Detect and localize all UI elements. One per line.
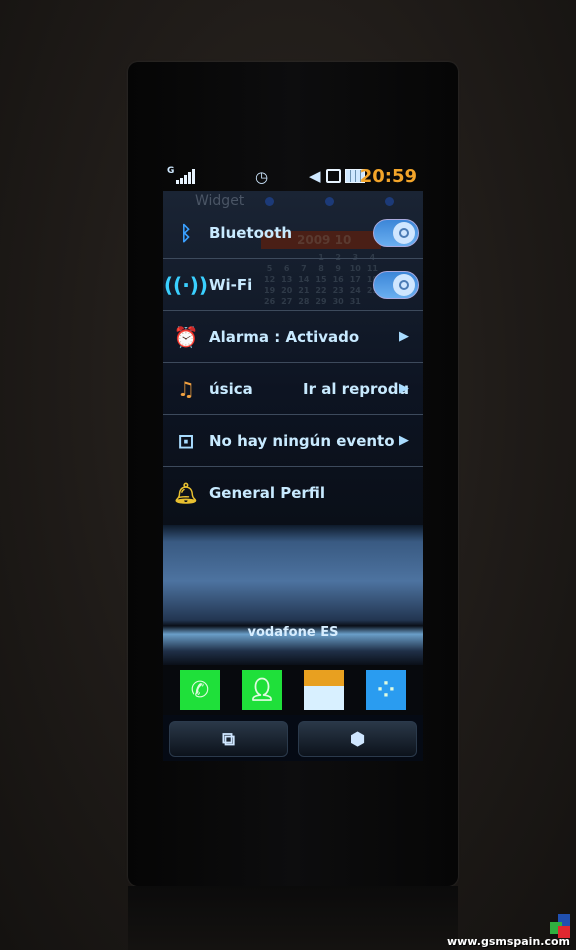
watermark: www.gsmspain.com [446,935,570,948]
chevron-right-icon[interactable]: ▶ [399,381,409,396]
phone-reflection [128,886,458,950]
events-row[interactable]: ⊡ No hay ningún evento ▶ [163,415,423,467]
exclamation-icon: ⊡ [177,428,195,453]
quick-panel: Widget 2009 10 1 2 3 4 5 6 7 8 9 10 11 12 13 14 15 16 17… [163,191,423,525]
wifi-icon: ((·)) [163,272,209,297]
chevron-right-icon[interactable]: ▶ [399,433,409,448]
wifi-label: Wi-Fi [209,275,253,294]
alarm-row[interactable]: ⏰ Alarma : Activado ▶ [163,311,423,363]
cube-button[interactable]: ⬢ [298,721,417,757]
menu-grid-icon[interactable]: ⁘ [366,670,406,710]
bell-icon: 🔔︎ [173,481,199,505]
page-dot [385,197,394,206]
page-dot [325,197,334,206]
signal-icon [176,169,195,184]
screen: Widget 2009 10 1 2 3 4 5 6 7 8 9 10 11 12 13 14 15 16 17… [163,191,423,761]
cube-icon: ⬢ [349,728,366,750]
music-row[interactable]: ♫ úsica Ir al reprodu ▶ [163,363,423,415]
events-label: No hay ningún evento [209,431,395,450]
alarm-clock-icon: ⏰ [173,324,199,349]
wifi-row[interactable]: ((·)) Wi-Fi [163,259,423,311]
status-bar: G ◷ ◀ 20:59 [163,166,423,190]
dock: ✆ 👤︎ ⁘ [163,665,423,715]
phone-icon[interactable]: ✆ [180,670,220,710]
sim-card-icon [326,169,341,183]
bluetooth-label: Bluetooth [209,223,293,242]
wifi-toggle[interactable] [373,270,419,299]
alarm-label: Alarma : Activado [209,327,360,346]
speaker-icon: ◀ [309,167,321,185]
contacts-icon[interactable]: 👤︎ [242,670,282,710]
music-note-icon: ♫ [177,376,195,401]
bluetooth-icon: ᛒ [180,220,192,245]
network-type: G [167,166,175,176]
message-icon[interactable] [304,670,344,710]
alarm-icon: ◷ [255,168,269,186]
bluetooth-row[interactable]: ᛒ Bluetooth [163,207,423,259]
multitask-icon: ⧉ [222,728,235,750]
wallpaper [163,525,423,665]
operator-name: vodafone ES [247,625,339,640]
page-dot [265,197,274,206]
clock-time: 20:59 [359,166,417,187]
bluetooth-toggle[interactable] [373,218,419,247]
profile-row[interactable]: 🔔︎ General Perfil [163,467,423,519]
go-to-player-link[interactable]: Ir al reprodu [303,380,409,398]
bottom-bar: ⧉ ⬢ [163,717,423,761]
music-label: úsica [209,379,253,398]
chevron-right-icon[interactable]: ▶ [399,329,409,344]
profile-label: General Perfil [209,484,326,502]
multitask-button[interactable]: ⧉ [169,721,288,757]
